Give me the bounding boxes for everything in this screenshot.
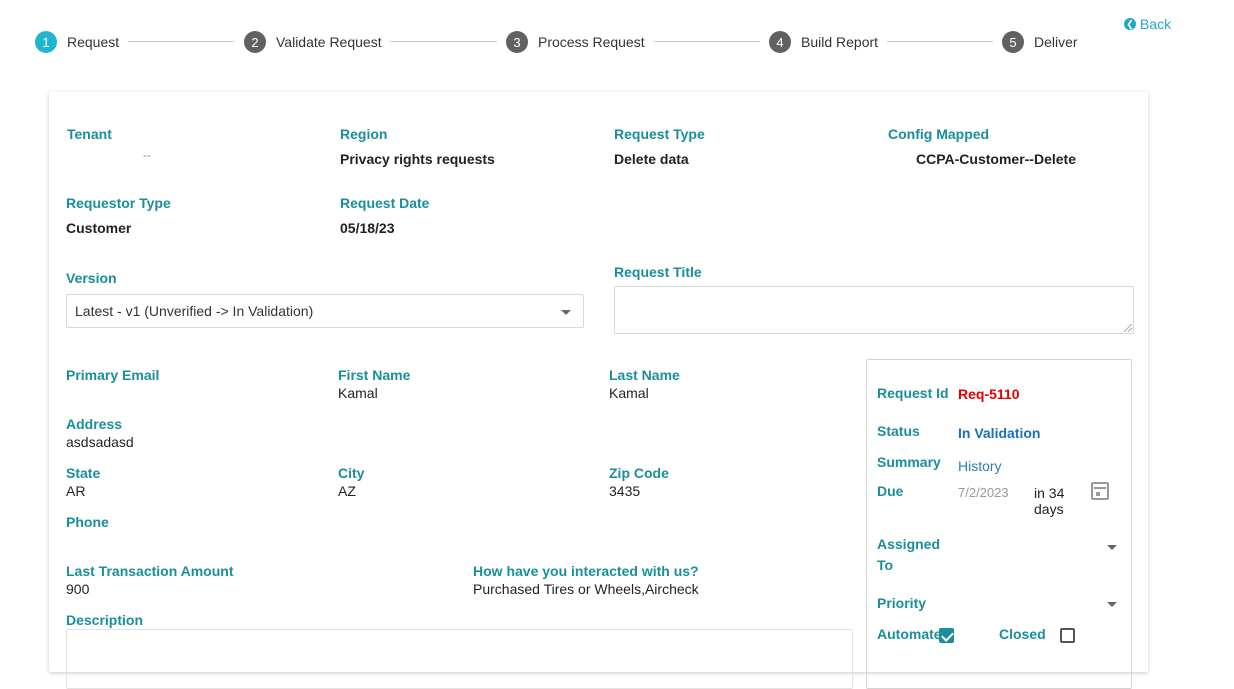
chevron-down-icon [1107, 545, 1117, 550]
request-summary-panel: Request Id Req-5110 Status In Validation… [866, 359, 1132, 689]
city-label: City [338, 465, 365, 481]
request-id-value: Req-5110 [958, 386, 1020, 402]
step-process-request[interactable]: 3 Process Request [506, 31, 645, 53]
request-type-label: Request Type [614, 126, 705, 142]
closed-label: Closed [999, 626, 1046, 642]
request-date-label: Request Date [340, 195, 430, 211]
state-value: AR [66, 483, 86, 499]
step-label: Validate Request [276, 34, 382, 50]
description-label: Description [66, 612, 144, 628]
due-in-line1: in 34 [1034, 485, 1065, 501]
assigned-to-label-line1: Assigned [877, 536, 941, 552]
phone-label: Phone [66, 514, 109, 530]
step-label: Process Request [538, 34, 645, 50]
zip-code-label: Zip Code [609, 465, 669, 481]
interaction-label: How have you interacted with us? [473, 563, 699, 579]
requestor-type-label: Requestor Type [66, 195, 171, 211]
step-label: Deliver [1034, 34, 1078, 50]
priority-label: Priority [877, 595, 927, 611]
step-number: 1 [35, 31, 57, 53]
description-input[interactable] [66, 629, 853, 689]
region-label: Region [340, 126, 388, 142]
status-value: In Validation [958, 425, 1041, 441]
request-id-label: Request Id [877, 385, 949, 401]
status-label: Status [877, 423, 920, 439]
progress-stepper: 1 Request 2 Validate Request 3 Process R… [0, 0, 1234, 80]
summary-history-link[interactable]: History [958, 458, 1002, 474]
step-connector [887, 41, 993, 42]
closed-checkbox[interactable] [1060, 628, 1075, 643]
step-connector [654, 41, 760, 42]
last-transaction-value: 900 [66, 581, 90, 597]
chevron-down-icon [561, 310, 571, 315]
summary-label: Summary [877, 454, 941, 470]
step-label: Build Report [801, 34, 879, 50]
zip-code-value: 3435 [609, 483, 641, 499]
primary-email-label: Primary Email [66, 367, 160, 383]
requestor-type-value: Customer [66, 220, 132, 236]
assigned-to-select[interactable] [957, 534, 1119, 562]
city-value: AZ [338, 483, 356, 499]
due-date-input[interactable]: 7/2/2023 [958, 485, 1009, 500]
last-name-label: Last Name [609, 367, 680, 383]
step-number: 2 [244, 31, 266, 53]
request-date-value: 05/18/23 [340, 220, 395, 236]
last-transaction-label: Last Transaction Amount [66, 563, 234, 579]
resize-handle-icon[interactable] [1124, 324, 1132, 332]
step-connector [128, 41, 234, 42]
request-details-card: Tenant -- Region Privacy rights requests… [49, 92, 1148, 689]
step-number: 4 [769, 31, 791, 53]
state-label: State [66, 465, 101, 481]
address-value: asdsadasd [66, 434, 134, 450]
back-link[interactable]: ❮ Back [1124, 16, 1171, 32]
first-name-value: Kamal [338, 385, 378, 401]
request-title-label: Request Title [614, 264, 702, 280]
version-selected-value: Latest - v1 (Unverified -> In Validation… [75, 303, 314, 319]
chevron-left-icon: ❮ [1124, 18, 1136, 30]
automated-checkbox[interactable] [939, 628, 954, 643]
request-title-input[interactable] [614, 286, 1134, 334]
priority-select[interactable] [957, 592, 1119, 618]
step-number: 5 [1002, 31, 1024, 53]
version-label: Version [66, 270, 117, 286]
config-mapped-label: Config Mapped [888, 126, 990, 142]
calendar-icon[interactable] [1091, 482, 1109, 500]
step-validate-request[interactable]: 2 Validate Request [244, 31, 382, 53]
step-request[interactable]: 1 Request [35, 31, 119, 53]
step-label: Request [67, 34, 120, 50]
tenant-label: Tenant [67, 126, 112, 142]
due-in-line2: days [1034, 501, 1064, 517]
region-value: Privacy rights requests [340, 151, 495, 167]
assigned-to-label-line2: To [877, 557, 894, 573]
automated-label: Automated [877, 626, 943, 642]
config-mapped-value: CCPA-Customer--Delete [916, 151, 1076, 167]
last-name-value: Kamal [609, 385, 649, 401]
back-label: Back [1140, 16, 1172, 32]
version-select[interactable]: Latest - v1 (Unverified -> In Validation… [66, 294, 584, 328]
step-build-report[interactable]: 4 Build Report [769, 31, 878, 53]
address-label: Address [66, 416, 123, 432]
step-connector [390, 41, 497, 42]
interaction-value: Purchased Tires or Wheels,Aircheck [473, 581, 699, 597]
tenant-value: -- [143, 148, 151, 162]
first-name-label: First Name [338, 367, 411, 383]
chevron-down-icon [1107, 602, 1117, 607]
step-number: 3 [506, 31, 528, 53]
step-deliver[interactable]: 5 Deliver [1002, 31, 1078, 53]
request-type-value: Delete data [614, 151, 689, 167]
due-label: Due [877, 483, 904, 499]
